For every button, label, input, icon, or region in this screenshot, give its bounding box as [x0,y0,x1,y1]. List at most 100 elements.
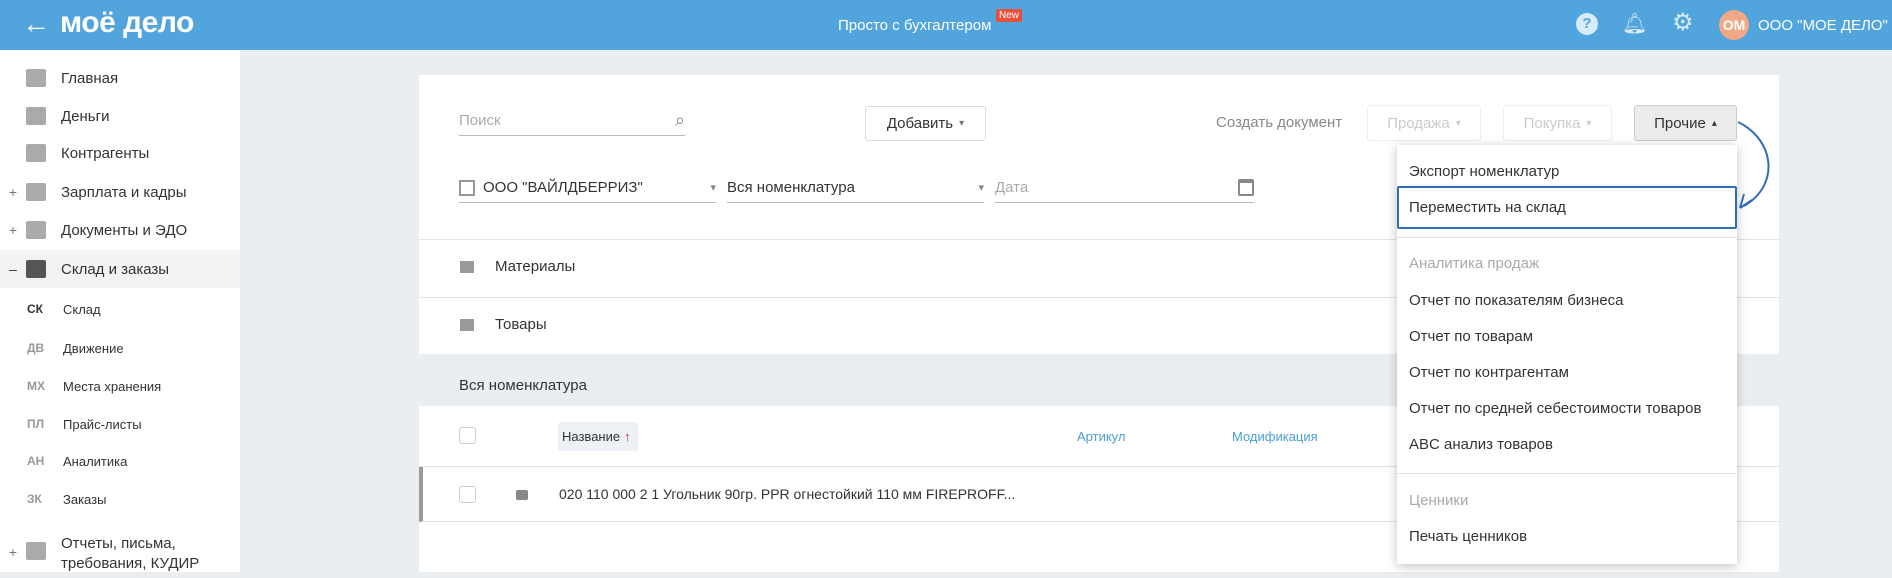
sidebar-item-salary[interactable]: + Зарплата и кадры [0,174,240,210]
nomenclature-value: Вся номенклатура [727,179,855,196]
menu-item-export[interactable]: Экспорт номенклатур [1409,156,1725,186]
group-title: Аналитика продаж [1409,254,1540,272]
folder-label: Материалы [495,258,576,275]
menu-item-cost-report[interactable]: Отчет по средней себестоимости товаров [1409,393,1725,423]
chevron-up-icon: ▴ [1711,117,1717,129]
sidebar: Главная Деньги Контрагенты + Зарплата и к… [0,50,240,572]
date-input[interactable]: Дата [995,173,1254,203]
folder-row-materials[interactable]: Материалы [460,258,575,275]
expand-toggle[interactable]: + [0,184,26,200]
collapse-toggle[interactable]: – [0,261,26,277]
group-title-price-tags: Ценники [1409,485,1725,515]
menu-item-label: Переместить на склад [1409,199,1566,216]
reports-icon [26,542,46,560]
expand-toggle[interactable]: + [0,544,26,560]
sidebar-subitem-movement[interactable]: ДВ Движение [0,330,240,366]
folder-icon [460,260,474,273]
menu-item-contractors-report[interactable]: Отчет по контрагентам [1409,357,1725,387]
sidebar-item-money[interactable]: Деньги [0,98,240,134]
center-title[interactable]: Просто с бухгалтером [838,17,991,34]
subitem-abbr: ДВ [27,341,45,355]
section-title: Вся номенклатура [459,377,587,394]
sort-arrow-icon: ↑ [624,429,631,444]
chevron-down-icon: ▾ [1586,117,1592,129]
search-input[interactable]: Поиск ⌕ [459,106,685,136]
column-article[interactable]: Артикул [1077,429,1125,444]
product-name[interactable]: 020 110 000 2 1 Угольник 90гр. PPR огнес… [559,486,1015,502]
warehouse-icon [26,260,46,278]
sidebar-item-label: Документы и ЭДО [61,221,188,239]
wallet-icon [26,183,46,201]
group-title-analytics: Аналитика продаж [1409,248,1725,278]
group-title: Ценники [1409,491,1469,509]
sidebar-item-documents[interactable]: + Документы и ЭДО [0,212,240,248]
help-icon[interactable]: ? [1576,13,1598,35]
expand-toggle[interactable]: + [0,222,26,238]
subitem-label: Места хранения [63,378,162,394]
other-button[interactable]: Прочие ▴ [1634,105,1737,141]
folder-row-goods[interactable]: Товары [460,316,547,333]
sidebar-subitem-analytics[interactable]: АН Аналитика [0,443,240,479]
menu-item-label: Отчет по контрагентам [1409,363,1569,381]
sidebar-item-reports[interactable]: + Отчеты, письма, требования, КУДИР [0,534,240,578]
building-icon [459,179,475,196]
money-icon [26,107,46,125]
gear-icon[interactable]: ⚙ [1672,8,1694,37]
divider [1397,237,1737,238]
menu-item-goods-report[interactable]: Отчет по товарам [1409,321,1725,351]
sidebar-subitem-storage[interactable]: МХ Места хранения [0,368,240,404]
sidebar-subitem-pricelists[interactable]: ПЛ Прайс-листы [0,406,240,442]
logo[interactable]: моё дело [60,6,194,40]
folder-icon [460,318,474,331]
subitem-label: Аналитика [63,453,128,469]
column-modification[interactable]: Модификация [1232,429,1318,444]
column-name-sort[interactable]: Название ↑ [558,422,638,451]
sidebar-item-warehouse[interactable]: – Склад и заказы [0,250,240,288]
bell-icon[interactable]: 🔔︎ [1622,11,1647,36]
menu-item-business-report[interactable]: Отчет по показателям бизнеса [1409,285,1725,315]
camera-icon[interactable] [516,490,528,500]
chevron-down-icon: ▾ [978,182,984,194]
sidebar-item-label: Склад и заказы [61,260,170,278]
subitem-label: Склад [63,301,101,317]
other-dropdown-menu: Экспорт номенклатур Переместить на склад… [1397,145,1737,564]
subitem-abbr: АН [27,454,45,468]
sale-label: Продажа [1387,114,1450,132]
sidebar-item-home[interactable]: Главная [0,60,240,96]
back-arrow-icon[interactable]: ← [22,8,50,40]
select-all-checkbox[interactable] [459,427,476,444]
organization-select[interactable]: ООО "ВАЙЛДБЕРРИЗ" ▾ [459,173,716,203]
purchase-button[interactable]: Покупка ▾ [1503,105,1612,141]
chevron-down-icon: ▾ [710,182,716,194]
subitem-abbr: ПЛ [27,417,45,431]
menu-item-label: Отчет по товарам [1409,327,1534,345]
purchase-label: Покупка [1523,114,1581,132]
subitem-label: Движение [63,340,124,356]
person-icon [26,144,46,162]
menu-item-label: Отчет по средней себестоимости товаров [1409,399,1702,417]
sidebar-subitem-orders[interactable]: ЗК Заказы [0,481,240,517]
menu-item-print-price-tags[interactable]: Печать ценников [1409,521,1725,551]
add-button[interactable]: Добавить ▾ [865,106,986,141]
subitem-abbr: ЗК [27,492,42,506]
folder-icon [26,221,46,239]
sale-button[interactable]: Продажа ▾ [1367,105,1481,141]
chevron-down-icon: ▾ [959,118,965,129]
search-icon[interactable]: ⌕ [675,110,685,131]
avatar[interactable]: ОМ [1719,10,1749,40]
home-icon [26,69,46,87]
divider [1397,473,1737,474]
menu-item-label: ABC анализ товаров [1409,435,1553,453]
menu-item-abc-analysis[interactable]: ABC анализ товаров [1409,429,1725,459]
sidebar-item-contractors[interactable]: Контрагенты [0,135,240,171]
row-checkbox[interactable] [459,486,476,503]
calendar-icon[interactable] [1238,179,1254,196]
menu-item-move-to-warehouse[interactable]: Переместить на склад [1397,186,1737,229]
sidebar-item-label: Главная [61,69,119,87]
sidebar-subitem-sklad[interactable]: СК Склад [0,291,240,327]
sidebar-item-label: Отчеты, письма, требования, КУДИР [61,535,200,572]
company-name[interactable]: ООО "МОЕ ДЕЛО" [1758,17,1888,34]
subitem-label: Заказы [63,491,107,507]
menu-item-label: Печать ценников [1409,527,1528,545]
nomenclature-select[interactable]: Вся номенклатура ▾ [727,173,984,203]
